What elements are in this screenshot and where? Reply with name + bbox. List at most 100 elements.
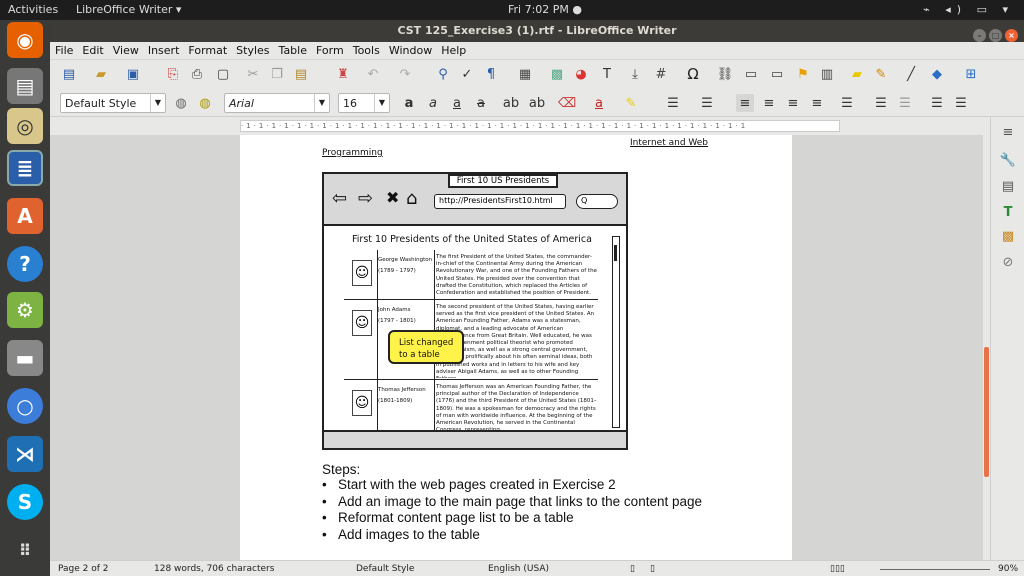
- undo-icon[interactable]: ↶: [364, 65, 382, 83]
- maximize-button[interactable]: □: [989, 29, 1002, 42]
- selection-mode-icon[interactable]: ▯: [650, 564, 655, 574]
- open-icon[interactable]: ▰: [92, 65, 110, 83]
- new-document-icon[interactable]: ▤: [60, 65, 78, 83]
- scrollbar-thumb[interactable]: [984, 347, 989, 477]
- page-count[interactable]: Page 2 of 2: [58, 564, 109, 574]
- menu-edit[interactable]: Edit: [77, 42, 107, 57]
- system-tray[interactable]: ⌁ ◂) ▭ ▾: [923, 3, 1014, 16]
- spelling-icon[interactable]: ✓: [458, 65, 476, 83]
- insert-table-icon[interactable]: ▦: [516, 65, 534, 83]
- strikethrough-icon[interactable]: a: [472, 94, 490, 112]
- bookmark-icon[interactable]: ⚑: [794, 65, 812, 83]
- comment-icon[interactable]: ▰: [848, 65, 866, 83]
- menu-format[interactable]: Format: [183, 42, 231, 57]
- menu-view[interactable]: View: [108, 42, 143, 57]
- insert-image-icon[interactable]: ▩: [548, 65, 566, 83]
- zoom-level[interactable]: 90%: [998, 564, 1018, 574]
- formatting-marks-icon[interactable]: ¶: [482, 65, 500, 83]
- decrease-paragraph-spacing-icon[interactable]: ☰: [896, 94, 914, 112]
- align-left-icon[interactable]: ≡: [736, 94, 754, 112]
- show-apps-icon[interactable]: ⠿: [7, 532, 43, 568]
- page-style[interactable]: Default Style: [356, 564, 414, 574]
- cross-reference-icon[interactable]: ▥: [818, 65, 836, 83]
- scanner-icon[interactable]: ▬: [7, 340, 43, 376]
- android-studio-icon[interactable]: ⚙: [7, 292, 43, 328]
- document-canvas[interactable]: Programming Internet and Web First 10 US…: [50, 135, 990, 560]
- insert-mode-icon[interactable]: ▯: [630, 564, 635, 574]
- increase-indent-icon[interactable]: ☰: [928, 94, 946, 112]
- zoom-slider[interactable]: [880, 564, 990, 570]
- update-style-icon[interactable]: ◍: [172, 94, 190, 112]
- superscript-icon[interactable]: ab: [502, 94, 520, 112]
- website-mockup-image[interactable]: First 10 US Presidents ⇦ ⇨ ✖ ⌂ http://Pr…: [322, 172, 628, 450]
- insert-field-icon[interactable]: #: [652, 65, 670, 83]
- text-box-icon[interactable]: T: [598, 65, 616, 83]
- insert-chart-icon[interactable]: ◕: [572, 65, 590, 83]
- clear-formatting-icon[interactable]: ⌫: [558, 94, 576, 112]
- cut-icon[interactable]: ✂: [244, 65, 262, 83]
- justify-icon[interactable]: ≡: [808, 94, 826, 112]
- word-count[interactable]: 128 words, 706 characters: [154, 564, 274, 574]
- help-icon[interactable]: ?: [7, 246, 43, 282]
- styles-icon[interactable]: T: [999, 205, 1017, 223]
- increase-paragraph-spacing-icon[interactable]: ☰: [872, 94, 890, 112]
- sidebar-menu-icon[interactable]: ≡: [999, 125, 1017, 143]
- writer-icon[interactable]: ≣: [7, 150, 43, 186]
- page-break-icon[interactable]: ⤓: [626, 65, 644, 83]
- software-center-icon[interactable]: A: [7, 198, 43, 234]
- vertical-scrollbar[interactable]: [983, 117, 990, 560]
- steps-section[interactable]: Steps: Start with the web pages created …: [322, 462, 702, 543]
- menu-help[interactable]: Help: [436, 42, 470, 57]
- language[interactable]: English (USA): [488, 564, 549, 574]
- activities-button[interactable]: Activities: [8, 3, 58, 16]
- document-page[interactable]: Programming Internet and Web First 10 US…: [240, 135, 792, 560]
- line-icon[interactable]: ╱: [902, 65, 920, 83]
- endnote-icon[interactable]: ▭: [768, 65, 786, 83]
- save-icon[interactable]: ▣: [124, 65, 142, 83]
- font-name-select[interactable]: Arial ▼: [224, 93, 330, 113]
- menu-form[interactable]: Form: [311, 42, 348, 57]
- font-color-icon[interactable]: a: [590, 94, 608, 112]
- paste-icon[interactable]: ▤: [292, 65, 310, 83]
- menu-window[interactable]: Window: [384, 42, 436, 57]
- bold-icon[interactable]: a: [400, 94, 418, 112]
- find-replace-icon[interactable]: ⚲: [434, 65, 452, 83]
- menu-styles[interactable]: Styles: [231, 42, 273, 57]
- page-icon[interactable]: ▤: [999, 179, 1017, 197]
- clock[interactable]: Fri 7:02 PM ●: [508, 3, 582, 16]
- italic-icon[interactable]: a: [424, 94, 442, 112]
- basic-shapes-icon[interactable]: ◆: [928, 65, 946, 83]
- align-right-icon[interactable]: ≡: [784, 94, 802, 112]
- firefox-icon[interactable]: ◉: [7, 22, 43, 58]
- chromium-icon[interactable]: ○: [7, 388, 43, 424]
- footnote-icon[interactable]: ▭: [742, 65, 760, 83]
- decrease-indent-icon[interactable]: ☰: [952, 94, 970, 112]
- vscode-icon[interactable]: ⋊: [7, 436, 43, 472]
- rhythmbox-icon[interactable]: ◎: [7, 108, 43, 144]
- new-style-icon[interactable]: ◍: [196, 94, 214, 112]
- special-character-icon[interactable]: Ω: [684, 65, 702, 83]
- skype-icon[interactable]: S: [7, 484, 43, 520]
- menu-file[interactable]: File: [50, 42, 77, 57]
- files-icon[interactable]: ▤: [7, 68, 43, 104]
- track-changes-icon[interactable]: ✎: [872, 65, 890, 83]
- properties-icon[interactable]: 🔧: [999, 153, 1017, 171]
- menu-table[interactable]: Table: [274, 42, 311, 57]
- navigator-icon[interactable]: ⊘: [999, 255, 1017, 273]
- redo-icon[interactable]: ↷: [396, 65, 414, 83]
- bullet-list-icon[interactable]: ☰: [664, 94, 682, 112]
- minimize-button[interactable]: –: [973, 29, 986, 42]
- align-center-icon[interactable]: ≡: [760, 94, 778, 112]
- paragraph-style-select[interactable]: Default Style ▼: [60, 93, 166, 113]
- print-preview-icon[interactable]: ▢: [214, 65, 232, 83]
- subscript-icon[interactable]: ab: [528, 94, 546, 112]
- font-size-select[interactable]: 16 ▼: [338, 93, 390, 113]
- view-layout-icon[interactable]: ▯▯▯: [830, 564, 845, 574]
- close-button[interactable]: ×: [1005, 29, 1018, 42]
- draw-functions-icon[interactable]: ⊞: [962, 65, 980, 83]
- gallery-icon[interactable]: ▩: [999, 229, 1017, 247]
- app-menu-button[interactable]: LibreOffice Writer ▾: [76, 3, 181, 16]
- highlight-icon[interactable]: ✎: [622, 94, 640, 112]
- horizontal-ruler[interactable]: ·1·1·1·1·1·1·1·1·1·1·1·1·1·1·1·1·1·1·1·1…: [50, 117, 990, 135]
- menu-tools[interactable]: Tools: [348, 42, 384, 57]
